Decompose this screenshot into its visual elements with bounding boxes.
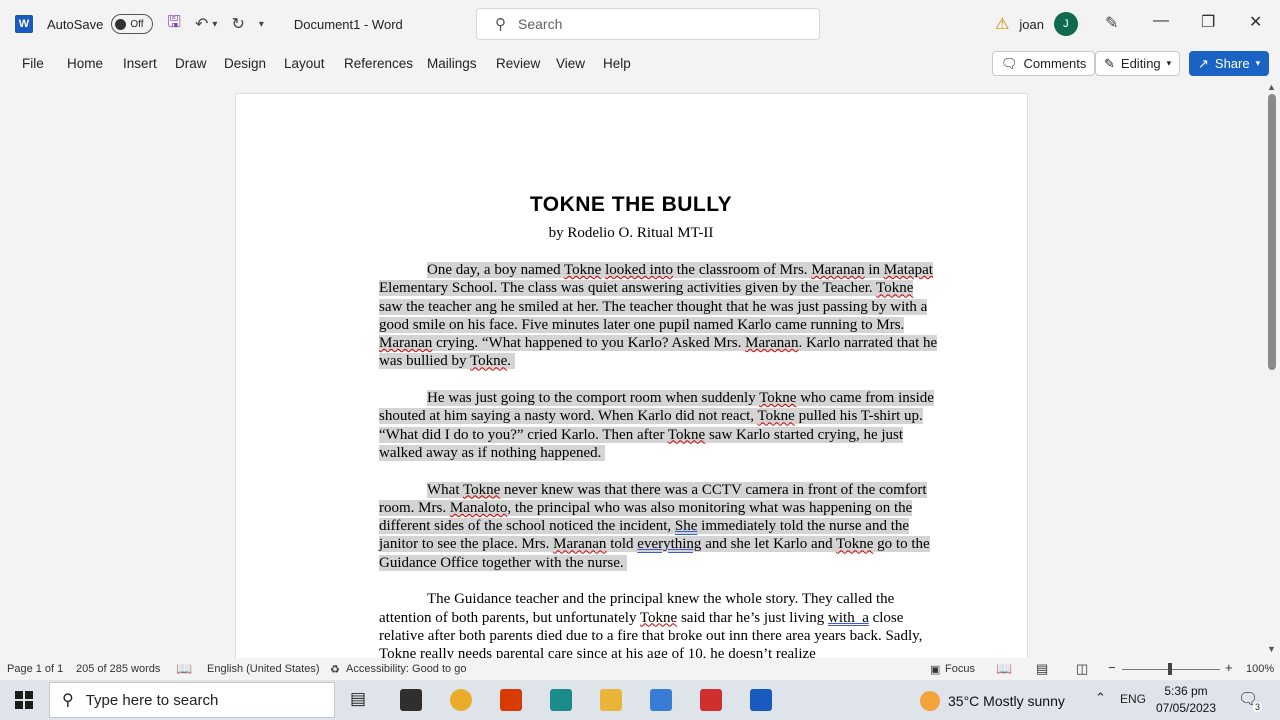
focus-icon: ▣ — [930, 664, 941, 676]
file-explorer-icon[interactable] — [600, 689, 622, 711]
zoom-out-icon[interactable]: − — [1108, 660, 1116, 675]
autosave-label: AutoSave — [47, 16, 104, 32]
comments-button[interactable]: 🗨 Comments — [992, 51, 1096, 76]
web-layout-icon[interactable]: ◫ — [1076, 661, 1088, 677]
designer-pen-icon[interactable]: ✎ — [1105, 13, 1118, 33]
chevron-up-icon[interactable]: ⌃ — [1095, 690, 1106, 706]
user-area: ⚠ joan J — [995, 12, 1078, 36]
tab-view[interactable]: View — [556, 56, 585, 71]
print-layout-icon[interactable]: ▤ — [1036, 661, 1048, 677]
paragraph-text: One day, a boy named Tokne looked into t… — [379, 262, 938, 370]
tab-help[interactable]: Help — [603, 56, 631, 71]
status-bar: Page 1 of 1 205 of 285 words 📖 English (… — [0, 658, 1280, 680]
document-title: Document1 - Word — [293, 16, 403, 32]
paragraph-text: He was just going to the comport room wh… — [379, 390, 934, 461]
download-app-icon[interactable] — [550, 689, 572, 711]
video-editor-icon[interactable] — [400, 689, 422, 711]
editing-label: Editing — [1120, 56, 1161, 71]
tab-insert[interactable]: Insert — [123, 56, 157, 71]
avatar[interactable]: J — [1053, 12, 1078, 36]
ribbon-tabs: File Home Insert Draw Design Layout Refe… — [0, 48, 1280, 80]
accessibility-status[interactable]: Accessibility: Good to go — [346, 663, 466, 675]
taskbar-search-placeholder: Type here to search — [85, 691, 219, 709]
scrollbar-thumb[interactable] — [1268, 94, 1276, 370]
document-canvas: TOKNE THE BULLY by Rodelio O. Ritual MT-… — [0, 80, 1265, 658]
focus-button[interactable]: Focus — [945, 663, 975, 675]
word-taskbar-icon[interactable] — [750, 689, 772, 711]
tab-mailings[interactable]: Mailings — [427, 56, 477, 71]
undo-dropdown-icon[interactable]: ▾ — [212, 19, 217, 30]
tab-references[interactable]: References — [344, 56, 413, 71]
comment-icon: 🗨 — [1001, 55, 1018, 71]
warning-icon[interactable]: ⚠ — [995, 14, 1009, 34]
taskbar-search-input[interactable]: ⚲ Type here to search — [49, 682, 335, 718]
chevron-down-icon: ▾ — [1255, 58, 1261, 68]
chrome-icon[interactable] — [450, 689, 472, 711]
paragraph[interactable]: The Guidance teacher and the principal k… — [379, 590, 939, 658]
language[interactable]: English (United States) — [207, 663, 320, 675]
search-input[interactable]: ⚲ Search — [476, 8, 820, 40]
zoom-in-icon[interactable]: + — [1225, 660, 1233, 675]
restore-icon[interactable]: ❐ — [1201, 12, 1215, 32]
close-icon[interactable]: ✕ — [1249, 12, 1262, 32]
zoom-level[interactable]: 100% — [1246, 663, 1274, 675]
editing-button[interactable]: ✎ Editing ▾ — [1095, 51, 1181, 76]
zoom-slider-thumb[interactable] — [1168, 663, 1172, 675]
task-view-icon[interactable]: ▤ — [350, 689, 372, 711]
word-app-icon: W — [15, 15, 33, 33]
search-placeholder: Search — [518, 16, 563, 32]
paragraph[interactable]: What Tokne never knew was that there was… — [379, 481, 939, 572]
share-icon: ↗ — [1198, 55, 1209, 71]
search-icon: ⚲ — [62, 692, 74, 709]
weather-widget[interactable]: 35°C Mostly sunny — [920, 691, 1065, 711]
proofing-icon[interactable]: 📖 — [176, 661, 192, 677]
search-icon: ⚲ — [495, 16, 506, 33]
vertical-scrollbar[interactable]: ▲ ▼ — [1265, 80, 1280, 658]
autosave-toggle[interactable]: Off — [111, 14, 154, 34]
office-icon[interactable] — [500, 689, 522, 711]
document-byline[interactable]: by Rodelio O. Ritual MT-II — [211, 225, 1051, 242]
accessibility-icon: ♻ — [330, 664, 340, 676]
tab-draw[interactable]: Draw — [175, 56, 207, 71]
clock-time: 5:36 pm — [1164, 684, 1208, 698]
read-mode-icon[interactable]: 📖 — [996, 661, 1012, 677]
document-heading[interactable]: TOKNE THE BULLY — [211, 193, 1051, 217]
paragraph-text: What Tokne never knew was that there was… — [379, 481, 930, 571]
notification-count-badge: 3 — [1253, 702, 1263, 712]
page-count[interactable]: Page 1 of 1 — [7, 663, 63, 675]
document-body[interactable]: One day, a boy named Tokne looked into t… — [379, 261, 939, 658]
clock-date: 07/05/2023 — [1155, 701, 1217, 715]
weather-text: 35°C Mostly sunny — [948, 693, 1065, 709]
minimize-icon[interactable]: — — [1153, 12, 1169, 30]
redo-icon[interactable]: ↻ — [231, 14, 244, 34]
microsoft-store-icon[interactable] — [650, 689, 672, 711]
windows-start-icon[interactable] — [15, 691, 33, 709]
undo-icon[interactable]: ↶ — [195, 14, 208, 34]
pencil-icon: ✎ — [1104, 55, 1115, 71]
input-language[interactable]: ENG — [1120, 692, 1146, 706]
comments-label: Comments — [1023, 56, 1087, 71]
taskbar: ⚲ Type here to search ▤ 35°C Mostly sunn… — [0, 680, 1280, 720]
tab-review[interactable]: Review — [496, 56, 540, 71]
paragraph[interactable]: One day, a boy named Tokne looked into t… — [379, 261, 939, 371]
tab-layout[interactable]: Layout — [284, 56, 325, 71]
paragraph[interactable]: He was just going to the comport room wh… — [379, 389, 939, 462]
autosave-state: Off — [130, 18, 144, 30]
share-button[interactable]: ↗ Share ▾ — [1189, 51, 1270, 76]
media-app-icon[interactable] — [700, 689, 722, 711]
tab-home[interactable]: Home — [67, 56, 103, 71]
scroll-up-icon[interactable]: ▲ — [1267, 82, 1276, 92]
share-label: Share — [1214, 56, 1250, 71]
system-clock[interactable]: 5:36 pm 07/05/2023 — [1150, 683, 1222, 717]
save-icon[interactable]: 🖫 — [167, 11, 181, 38]
scroll-down-icon[interactable]: ▼ — [1267, 644, 1276, 654]
customize-toolbar-icon[interactable]: ▾ — [259, 19, 264, 30]
chevron-down-icon: ▾ — [1166, 58, 1172, 68]
sun-icon — [920, 691, 940, 711]
tab-file[interactable]: File — [22, 56, 44, 71]
user-name[interactable]: joan — [1019, 17, 1044, 32]
document-page[interactable]: TOKNE THE BULLY by Rodelio O. Ritual MT-… — [235, 93, 1028, 658]
word-count[interactable]: 205 of 285 words — [76, 663, 160, 675]
tab-design[interactable]: Design — [224, 56, 266, 71]
